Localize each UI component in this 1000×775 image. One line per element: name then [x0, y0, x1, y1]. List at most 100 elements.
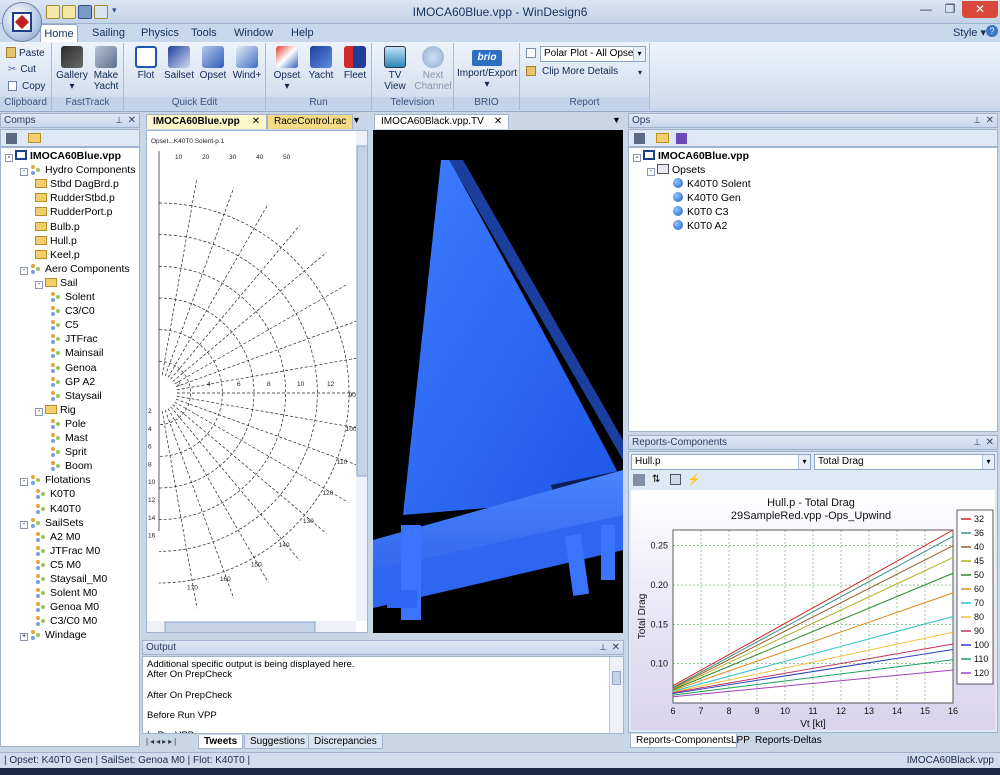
run-fleet-button[interactable]: Fleet — [338, 46, 372, 81]
opset-add-icon[interactable] — [676, 133, 687, 144]
tree-item[interactable]: JTFrac — [50, 332, 98, 346]
tree-item[interactable]: Boom — [50, 459, 92, 473]
opset-item[interactable]: K40T0 Solent — [673, 177, 751, 191]
pin-icon[interactable]: ⊥ — [973, 114, 981, 127]
close-icon[interactable]: ✕ — [128, 114, 136, 127]
tab-list-icon[interactable]: ▼ — [352, 115, 361, 125]
tree-item[interactable]: Genoa M0 — [35, 600, 99, 614]
tree-item[interactable]: Mast — [50, 431, 88, 445]
tree-item[interactable]: K40T0 — [35, 502, 81, 516]
component-select[interactable]: Hull.p ▾ — [631, 454, 811, 470]
tab-sailing[interactable]: Sailing — [92, 24, 125, 42]
expander-icon[interactable]: - — [35, 280, 43, 289]
tree-item[interactable]: Pole — [50, 417, 86, 431]
flot-button[interactable]: Flot — [130, 46, 162, 81]
make-yacht-button[interactable]: Make Yacht — [89, 46, 123, 92]
style-menu[interactable]: Style ▾ — [953, 26, 986, 39]
opset-item[interactable]: K40T0 Gen — [673, 191, 741, 205]
close-icon[interactable]: ✕ — [986, 436, 994, 449]
ops-root[interactable]: - IMOCA60Blue.vpp — [633, 149, 749, 163]
tree-item[interactable]: + Windage — [20, 628, 86, 642]
opset-item[interactable]: K0T0 A2 — [673, 219, 727, 233]
expander-icon[interactable]: - — [5, 154, 13, 162]
expander-icon[interactable]: - — [20, 266, 28, 275]
tree-item[interactable]: Mainsail — [50, 346, 104, 360]
tab-imoca60black-tv[interactable]: IMOCA60Black.vpp.TV ✕ — [374, 114, 510, 129]
clip-more-details-button[interactable]: Clip More Details — [526, 66, 618, 77]
tree-item[interactable]: K0T0 — [35, 487, 75, 501]
minimize-button[interactable]: — — [915, 1, 937, 18]
properties-icon[interactable] — [6, 133, 17, 144]
tree-item[interactable]: Stbd DagBrd.p — [35, 177, 119, 191]
run-yacht-button[interactable]: Yacht — [304, 46, 338, 81]
wind-plus-button[interactable]: Wind+ — [230, 46, 264, 81]
tab-tweets[interactable]: Tweets — [198, 735, 244, 749]
expander-icon[interactable]: - — [20, 520, 28, 529]
tab-window[interactable]: Window — [234, 24, 273, 42]
tab-home[interactable]: Home — [40, 24, 78, 42]
scroll-thumb[interactable] — [612, 671, 621, 685]
output-text-area[interactable]: Additional specific output is being disp… — [142, 656, 624, 734]
expander-icon[interactable]: - — [20, 168, 28, 177]
tree-item[interactable]: JTFrac M0 — [35, 544, 100, 558]
opset-item[interactable]: K0T0 C3 — [673, 205, 728, 219]
tree-item[interactable]: Solent M0 — [35, 586, 97, 600]
tab-imoca60blue-vpp[interactable]: IMOCA60Blue.vpp ✕ — [146, 114, 268, 129]
tab-tools[interactable]: Tools — [191, 24, 217, 42]
cut-button[interactable]: ✂ Cut — [8, 64, 36, 75]
tree-item[interactable]: Bulb.p — [35, 220, 80, 234]
pin-icon[interactable]: ⊥ — [973, 436, 981, 449]
tree-item[interactable]: C3/C0 — [50, 304, 95, 318]
maximize-button[interactable]: ❐ — [939, 1, 961, 18]
expander-icon[interactable]: + — [20, 633, 28, 642]
tab-help[interactable]: Help — [291, 24, 314, 42]
tree-item[interactable]: RudderStbd.p — [35, 191, 115, 205]
open-folder-icon[interactable] — [28, 133, 41, 143]
close-tab-icon[interactable]: ✕ — [252, 116, 260, 127]
ops-group-opsets[interactable]: - Opsets — [647, 163, 705, 177]
run-opset-button[interactable]: Opset ▾ — [270, 46, 304, 92]
open-folder-icon[interactable] — [656, 133, 669, 143]
sailset-button[interactable]: Sailset — [162, 46, 196, 81]
tree-item[interactable]: - IMOCA60Blue.vpp — [5, 149, 121, 163]
close-icon[interactable]: ✕ — [612, 641, 620, 654]
close-button[interactable]: ✕ — [962, 1, 998, 18]
tree-item[interactable]: RudderPort.p — [35, 205, 112, 219]
paste-button[interactable]: Paste — [6, 47, 45, 59]
output-scrollbar[interactable] — [609, 657, 623, 733]
tab-suggestions[interactable]: Suggestions — [244, 735, 312, 749]
gallery-button[interactable]: Gallery ▾ — [55, 46, 89, 92]
table-icon[interactable] — [670, 474, 681, 485]
sort-icon[interactable]: ⇅ — [652, 474, 664, 486]
tree-item[interactable]: GP A2 — [50, 375, 95, 389]
tab-physics[interactable]: Physics — [141, 24, 179, 42]
app-menu-button[interactable] — [2, 2, 42, 42]
lightning-icon[interactable]: ⚡ — [687, 473, 701, 486]
close-tab-icon[interactable]: ✕ — [494, 116, 502, 127]
report-type-select[interactable]: Polar Plot - All Opsets ▾ — [540, 46, 646, 62]
quantity-select[interactable]: Total Drag ▾ — [814, 454, 995, 470]
tree-item[interactable]: - SailSets — [20, 516, 84, 530]
tree-item[interactable]: A2 M0 — [35, 530, 80, 544]
tab-discrepancies[interactable]: Discrepancies — [308, 735, 383, 749]
expander-icon[interactable]: - — [20, 478, 28, 487]
import-export-button[interactable]: brio Import/Export ▾ — [456, 46, 518, 90]
close-icon[interactable]: ✕ — [986, 114, 994, 127]
tree-item[interactable]: C5 — [50, 318, 78, 332]
next-channel-button[interactable]: Next Channel — [414, 46, 452, 92]
expander-icon[interactable]: - — [35, 407, 43, 416]
tree-item[interactable]: C5 M0 — [35, 558, 81, 572]
opset-edit-button[interactable]: Opset — [196, 46, 230, 81]
tree-item[interactable]: Genoa — [50, 361, 97, 375]
tab-racecontrol[interactable]: RaceControl.rac — [267, 114, 354, 129]
copy-button[interactable]: Copy — [8, 81, 45, 92]
tree-item[interactable]: - Sail — [35, 276, 78, 290]
tree-item[interactable]: - Aero Components — [20, 262, 130, 276]
help-icon[interactable]: ? — [986, 25, 998, 37]
tree-item[interactable]: - Flotations — [20, 473, 91, 487]
tree-item[interactable]: Staysail_M0 — [35, 572, 107, 586]
tab-nav-arrows[interactable]: |◂◂▸▸| — [146, 737, 178, 746]
tree-item[interactable]: Solent — [50, 290, 95, 304]
tab-reports-deltas[interactable]: Reports-Deltas — [750, 734, 827, 748]
tv-view-button[interactable]: TV View — [378, 46, 412, 92]
